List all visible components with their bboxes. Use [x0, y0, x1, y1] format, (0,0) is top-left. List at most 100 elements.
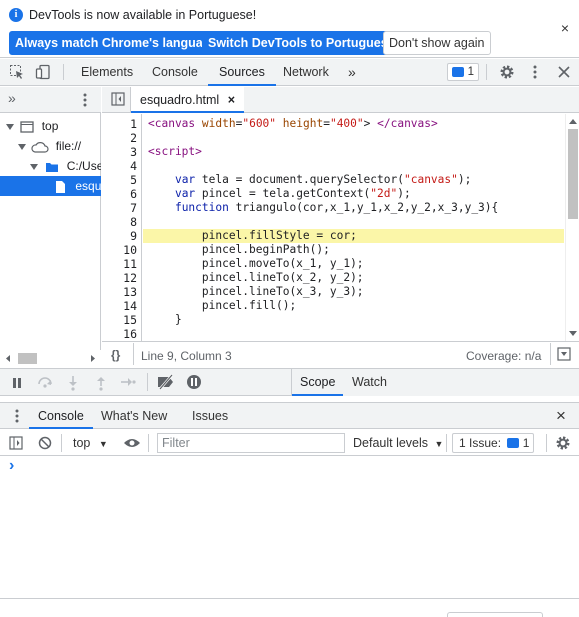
- step-icon: [120, 376, 136, 391]
- message-icon: [452, 67, 464, 77]
- toggle-debugger-icon[interactable]: [557, 347, 571, 364]
- dropdown-arrow-icon: ▼: [434, 439, 444, 449]
- pretty-print-button[interactable]: {}: [111, 348, 120, 362]
- code-line: pincel.fillStyle = cor;: [148, 229, 357, 242]
- drawer-menu-icon[interactable]: [12, 408, 22, 427]
- console-issues-button[interactable]: 1 Issue: 1: [452, 433, 534, 453]
- pause-on-exceptions-icon[interactable]: [186, 374, 202, 393]
- line-number[interactable]: 10: [123, 243, 137, 257]
- issues-label: 1 Issue:: [459, 436, 502, 450]
- show-sidebar-icon[interactable]: [9, 436, 23, 453]
- code-line: pincel.lineTo(x_3, y_3);: [148, 285, 364, 298]
- document-icon: [56, 180, 65, 193]
- drawer-tab-console[interactable]: Console: [29, 403, 93, 429]
- line-number[interactable]: 14: [123, 299, 137, 313]
- issues-count: 1: [522, 436, 530, 450]
- close-file-icon[interactable]: ×: [228, 93, 235, 107]
- coverage-status: Coverage: n/a: [466, 349, 542, 363]
- context-selector-value: top: [73, 436, 91, 450]
- code-line: pincel.moveTo(x_1, y_1);: [148, 257, 364, 270]
- line-number[interactable]: 4: [130, 159, 137, 173]
- deactivate-breakpoints-icon[interactable]: [157, 374, 175, 393]
- toolbar-divider: [546, 434, 547, 452]
- tab-elements[interactable]: Elements: [81, 59, 133, 86]
- tree-label: C:/User: [66, 159, 101, 173]
- code-line: <script>: [148, 145, 202, 158]
- console-filter-input[interactable]: Filter: [157, 433, 345, 453]
- code-editor[interactable]: 1 2 3 4 5 6 7 8 9 10 11 12 13 14 15 16 <canvas width="6…: [102, 114, 579, 341]
- tab-watch[interactable]: Watch: [352, 369, 387, 396]
- tree-item-file-selected[interactable]: esqua: [0, 176, 101, 196]
- navigator-more-button[interactable]: »: [8, 90, 16, 106]
- more-options-icon[interactable]: [527, 64, 543, 80]
- tree-item-folder[interactable]: C:/User: [0, 156, 101, 176]
- main-toolbar: Elements Console Sources Network » 1: [0, 59, 579, 86]
- editor-file-tab-label: esquadro.html: [140, 93, 220, 107]
- settings-gear-icon[interactable]: [499, 64, 515, 80]
- code-line: var pincel = tela.getContext("2d");: [174, 187, 411, 200]
- issues-badge[interactable]: 1: [447, 63, 479, 81]
- line-number[interactable]: 16: [123, 327, 137, 341]
- switch-devtools-language-button[interactable]: Switch DevTools to Portuguese: [202, 31, 401, 55]
- drawer-tab-issues[interactable]: Issues: [192, 403, 228, 429]
- infobar-close-button[interactable]: ×: [561, 20, 569, 36]
- drawer-tab-whats-new[interactable]: What's New: [101, 403, 167, 429]
- more-tabs-button[interactable]: »: [348, 59, 356, 86]
- log-levels-dropdown[interactable]: Default levels ▼: [353, 436, 443, 450]
- step-out-icon: [95, 375, 107, 394]
- editor-status-bar: {} Line 9, Column 3 Coverage: n/a: [102, 341, 579, 368]
- line-number[interactable]: 13: [123, 285, 137, 299]
- inspect-element-icon[interactable]: [9, 64, 25, 80]
- navigator-horizontal-scrollbar[interactable]: [0, 350, 101, 367]
- code-line: function triangulo(cor,x_1,y_1,x_2,y_2,x…: [174, 201, 499, 214]
- line-number[interactable]: 15: [123, 313, 137, 327]
- device-toolbar-icon[interactable]: [35, 64, 51, 80]
- line-number[interactable]: 3: [130, 145, 137, 159]
- window-bottom-border: [0, 598, 579, 599]
- line-number[interactable]: 5: [130, 173, 137, 187]
- console-prompt[interactable]: ›: [9, 457, 14, 475]
- console-toolbar: top ▼ Filter Default levels ▼ 1 Issue: 1: [0, 430, 579, 456]
- console-drawer: Console What's New Issues × top ▼ Filter…: [0, 402, 579, 617]
- step-over-icon: [36, 375, 54, 392]
- code-line: pincel.fill();: [148, 299, 297, 312]
- tab-scope[interactable]: Scope: [292, 369, 344, 396]
- always-match-language-button[interactable]: Always match Chrome's language: [9, 31, 224, 55]
- pause-icon[interactable]: [11, 377, 23, 392]
- line-number[interactable]: 1: [130, 117, 137, 131]
- line-number[interactable]: 7: [130, 201, 137, 215]
- tree-label: top: [41, 119, 59, 133]
- close-drawer-button[interactable]: ×: [556, 406, 566, 426]
- status-divider: [133, 343, 134, 365]
- editor-vertical-scrollbar[interactable]: [565, 114, 579, 341]
- navigator-menu-icon[interactable]: [80, 92, 90, 111]
- line-number[interactable]: 8: [130, 215, 137, 229]
- dont-show-again-button[interactable]: Don't show again: [383, 31, 491, 55]
- tab-sources[interactable]: Sources: [208, 59, 276, 86]
- console-settings-gear-icon[interactable]: [555, 435, 571, 454]
- line-number[interactable]: 2: [130, 131, 137, 145]
- line-number[interactable]: 12: [123, 271, 137, 285]
- tree-item-top[interactable]: top: [0, 116, 101, 136]
- line-number[interactable]: 6: [130, 187, 137, 201]
- navigator-header: »: [0, 87, 101, 113]
- code-line: pincel.lineTo(x_2, y_2);: [148, 271, 364, 284]
- folder-icon: [46, 162, 59, 172]
- tab-console[interactable]: Console: [152, 59, 198, 86]
- line-number-gutter[interactable]: 1 2 3 4 5 6 7 8 9 10 11 12 13 14 15 16: [102, 114, 142, 341]
- infobar-message: DevTools is now available in Portuguese!: [29, 8, 257, 22]
- language-infobar: i DevTools is now available in Portugues…: [0, 0, 579, 58]
- toggle-navigator-icon[interactable]: [111, 92, 125, 109]
- toolbar-divider: [446, 434, 447, 452]
- tab-network[interactable]: Network: [283, 59, 329, 86]
- close-devtools-icon[interactable]: [556, 64, 572, 80]
- code-line: var tela = document.querySelector("canva…: [174, 173, 472, 186]
- editor-file-tab[interactable]: esquadro.html ×: [131, 87, 245, 113]
- toolbar-divider: [63, 64, 64, 80]
- line-number[interactable]: 9: [130, 229, 137, 243]
- clear-console-icon[interactable]: [38, 436, 52, 453]
- context-selector[interactable]: top ▼: [73, 436, 108, 450]
- live-expression-eye-icon[interactable]: [123, 436, 141, 453]
- line-number[interactable]: 11: [123, 257, 137, 271]
- tree-item-file[interactable]: file://: [0, 136, 101, 156]
